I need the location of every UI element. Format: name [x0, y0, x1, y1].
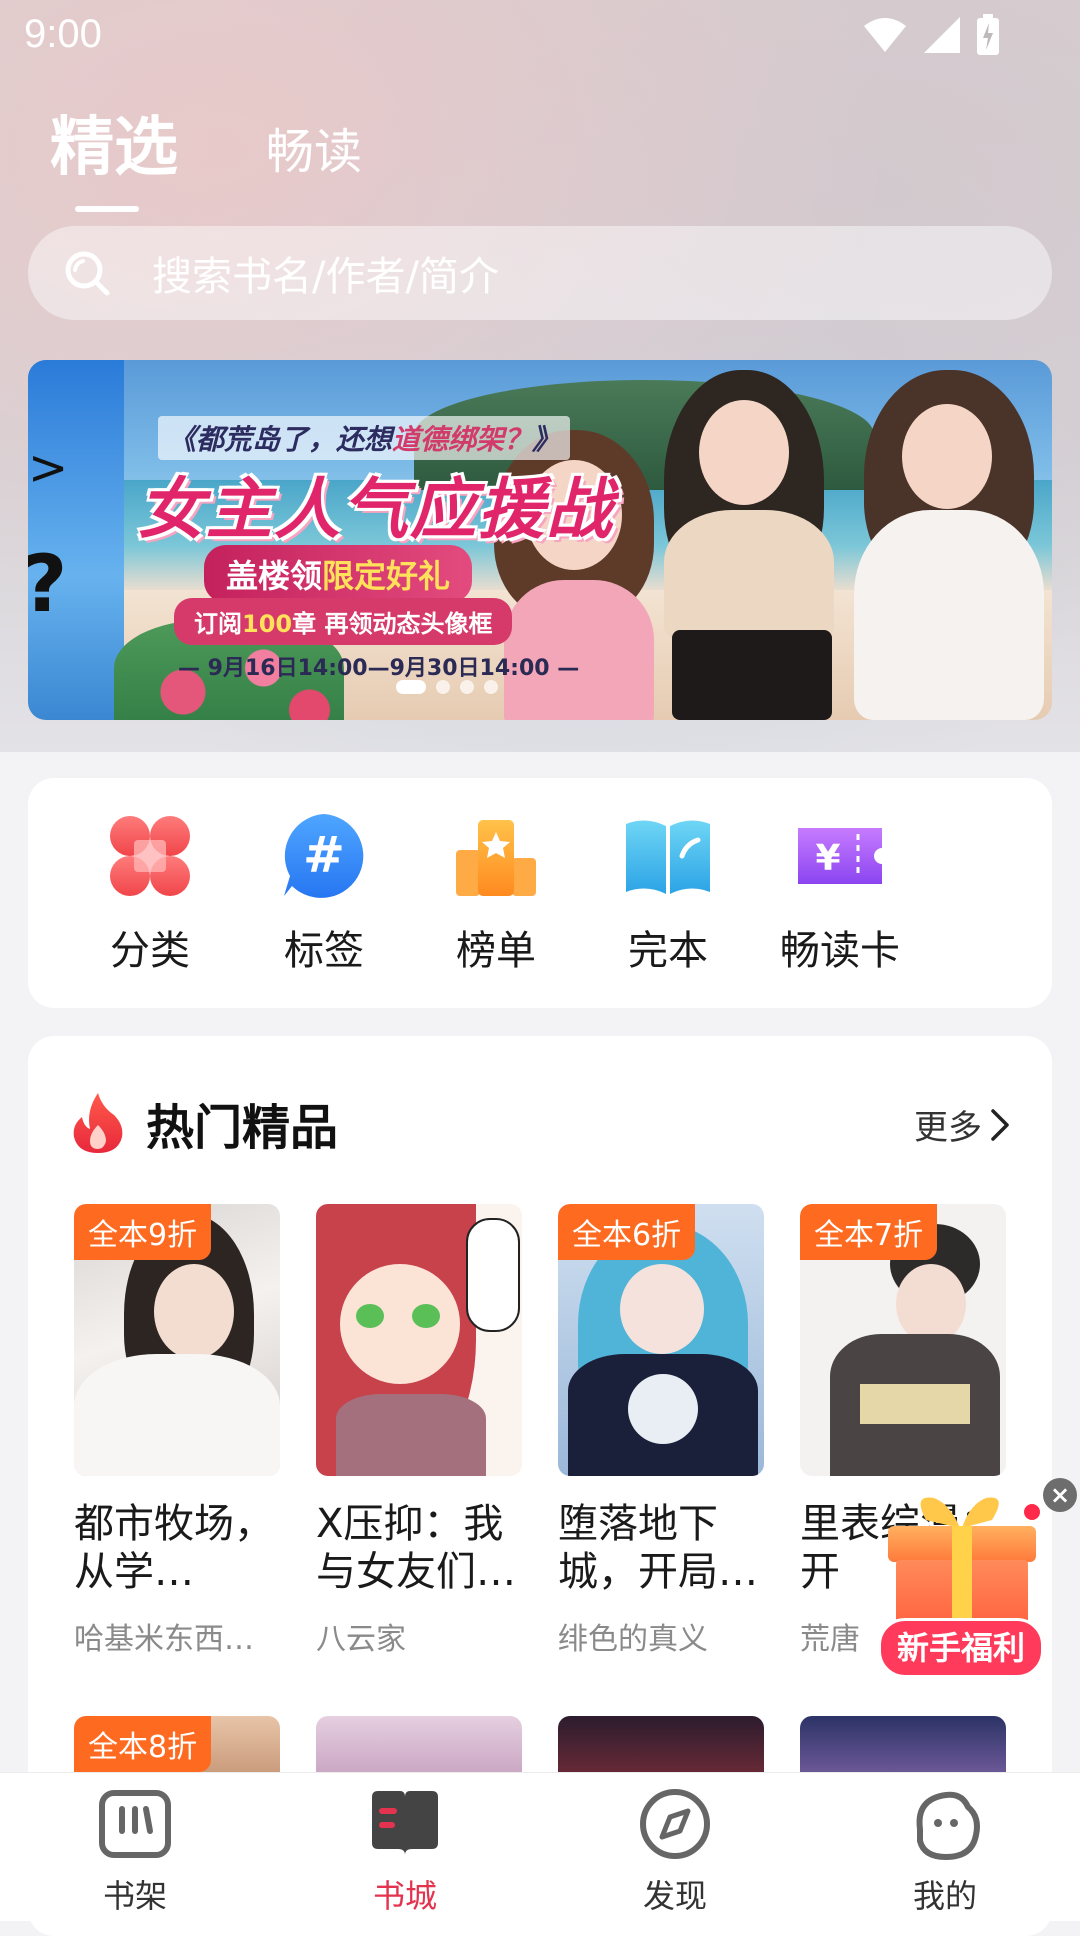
book-card-peek[interactable]	[558, 1716, 764, 1776]
bookshelf-icon	[99, 1790, 171, 1858]
banner-dot	[484, 680, 498, 694]
banner-date: — 9月16日14:00—9月30日14:00 —	[178, 656, 580, 681]
hot-picks-header: 热门精品	[70, 1088, 338, 1158]
nav-bookshelf[interactable]: 书架	[45, 1785, 225, 1917]
nav-profile[interactable]: 我的	[855, 1785, 1035, 1917]
newbie-gift-label: 新手福利	[878, 1618, 1044, 1678]
shortcut-read-card-label: 畅读卡	[780, 928, 900, 974]
book-cover: 全本9折	[74, 1204, 280, 1476]
search-placeholder: 搜索书名/作者/简介	[152, 254, 499, 300]
discount-badge: 全本8折	[74, 1716, 212, 1772]
banner-character-2	[644, 360, 844, 720]
svg-text:#: #	[303, 826, 345, 884]
shortcut-tags-label: 标签	[284, 928, 364, 974]
banner-peek-text: ?	[28, 540, 67, 630]
search-icon	[65, 251, 110, 296]
book-card[interactable]: 全本6折 堕落地下城，开局… 绯色的真义	[558, 1204, 764, 1658]
book-title: 堕落地下城，开局…	[558, 1501, 758, 1595]
bottom-navigation: 书架 书城 发现 我的	[0, 1772, 1080, 1921]
battery-icon	[977, 14, 999, 55]
nav-discover-label: 发现	[642, 1877, 707, 1915]
flame-icon	[73, 1093, 123, 1153]
shortcut-tags[interactable]: # 标签	[244, 810, 404, 976]
book-card[interactable]: 全本9折 都市牧场，从学… 哈基米东西…	[74, 1204, 280, 1658]
status-time: 9:00	[24, 12, 102, 56]
shortcut-ranking-label: 榜单	[456, 928, 536, 974]
banner-dot	[460, 680, 474, 694]
shortcut-category[interactable]: 分类	[70, 810, 230, 976]
book-card[interactable]: X压抑：我与女友们… 八云家	[316, 1204, 522, 1658]
ticket-icon: ¥	[794, 810, 886, 902]
svg-text:¥: ¥	[815, 838, 840, 879]
book-author: 八云家	[316, 1622, 406, 1657]
chevron-right-icon	[991, 1108, 1009, 1141]
discount-badge: 全本9折	[74, 1204, 212, 1260]
nav-bookstore[interactable]: 书城	[315, 1785, 495, 1917]
book-cover: 全本7折	[800, 1204, 1006, 1476]
book-title: X压抑：我与女友们…	[316, 1501, 516, 1595]
banner-dot	[396, 680, 426, 694]
open-book-icon	[622, 810, 714, 902]
book-author: 哈基米东西…	[74, 1622, 254, 1657]
nav-bookstore-label: 书城	[372, 1877, 437, 1915]
tab-free-read-label: 畅读	[266, 124, 363, 180]
more-label: 更多	[914, 1108, 982, 1148]
bookstore-icon	[372, 1791, 438, 1855]
promo-banner[interactable]: > ? 《都荒岛了，还想道德绑架？》 女主人气应援战 盖楼领限定	[28, 360, 1052, 720]
tab-featured-label: 精选	[50, 111, 178, 185]
nav-discover[interactable]: 发现	[585, 1785, 765, 1917]
shortcut-ranking[interactable]: 榜单	[416, 810, 576, 976]
banner-subscribe-tag: 订阅100章 再领动态头像框	[174, 598, 513, 645]
close-icon[interactable]: ×	[1043, 1478, 1077, 1512]
signal-icon	[924, 17, 960, 53]
shortcut-read-card[interactable]: ¥ 畅读卡	[760, 810, 920, 976]
banner-gift-tag: 盖楼领限定好礼	[204, 545, 473, 603]
book-title: 都市牧场，从学…	[74, 1501, 274, 1595]
banner-previous-peek: > ?	[28, 360, 124, 720]
banner-title: 女主人气应援战	[138, 471, 614, 548]
profile-icon	[916, 1791, 980, 1860]
category-icon	[104, 810, 196, 902]
shortcut-category-label: 分类	[110, 928, 190, 974]
tab-free-read[interactable]: 畅读	[266, 112, 362, 188]
tab-featured[interactable]: 精选	[50, 96, 178, 212]
book-author: 绯色的真义	[558, 1622, 708, 1657]
ranking-icon	[450, 810, 542, 902]
banner-main-image: 《都荒岛了，还想道德绑架？》 女主人气应援战 盖楼领限定好礼 订阅100章 再领…	[114, 360, 1052, 720]
hot-picks-title: 热门精品	[146, 1100, 339, 1156]
banner-peek-arrow: >	[28, 440, 69, 496]
banner-subtitle: 《都荒岛了，还想道德绑架？》	[158, 416, 571, 460]
banner-dot	[436, 680, 450, 694]
status-bar: 9:00	[0, 0, 1080, 72]
compass-icon	[640, 1789, 710, 1859]
more-button[interactable]: 更多	[914, 1100, 1012, 1149]
discount-badge: 全本7折	[800, 1204, 938, 1260]
category-shortcuts: 分类 # 标签 榜单 完本 ¥ 畅读卡	[28, 778, 1052, 1008]
nav-profile-label: 我的	[912, 1877, 977, 1915]
nav-bookshelf-label: 书架	[102, 1877, 167, 1915]
banner-pagination	[396, 680, 498, 694]
wifi-icon	[864, 18, 906, 52]
discount-badge: 全本6折	[558, 1204, 696, 1260]
hashtag-icon: #	[278, 810, 370, 902]
shortcut-completed-label: 完本	[628, 928, 708, 974]
book-cover	[316, 1204, 522, 1476]
newbie-gift-float[interactable]: 新手福利	[872, 1490, 1052, 1680]
shortcut-completed[interactable]: 完本	[588, 810, 748, 976]
book-card-peek[interactable]: 全本8折	[74, 1716, 280, 1776]
banner-character-3	[844, 370, 1052, 720]
top-tabs: 精选 畅读	[50, 96, 362, 212]
book-card-peek[interactable]	[800, 1716, 1006, 1776]
book-card-peek[interactable]	[316, 1716, 522, 1776]
status-icons	[862, 14, 1000, 56]
book-cover: 全本6折	[558, 1204, 764, 1476]
tab-active-indicator	[75, 206, 139, 212]
search-bar[interactable]: 搜索书名/作者/简介	[28, 226, 1052, 320]
